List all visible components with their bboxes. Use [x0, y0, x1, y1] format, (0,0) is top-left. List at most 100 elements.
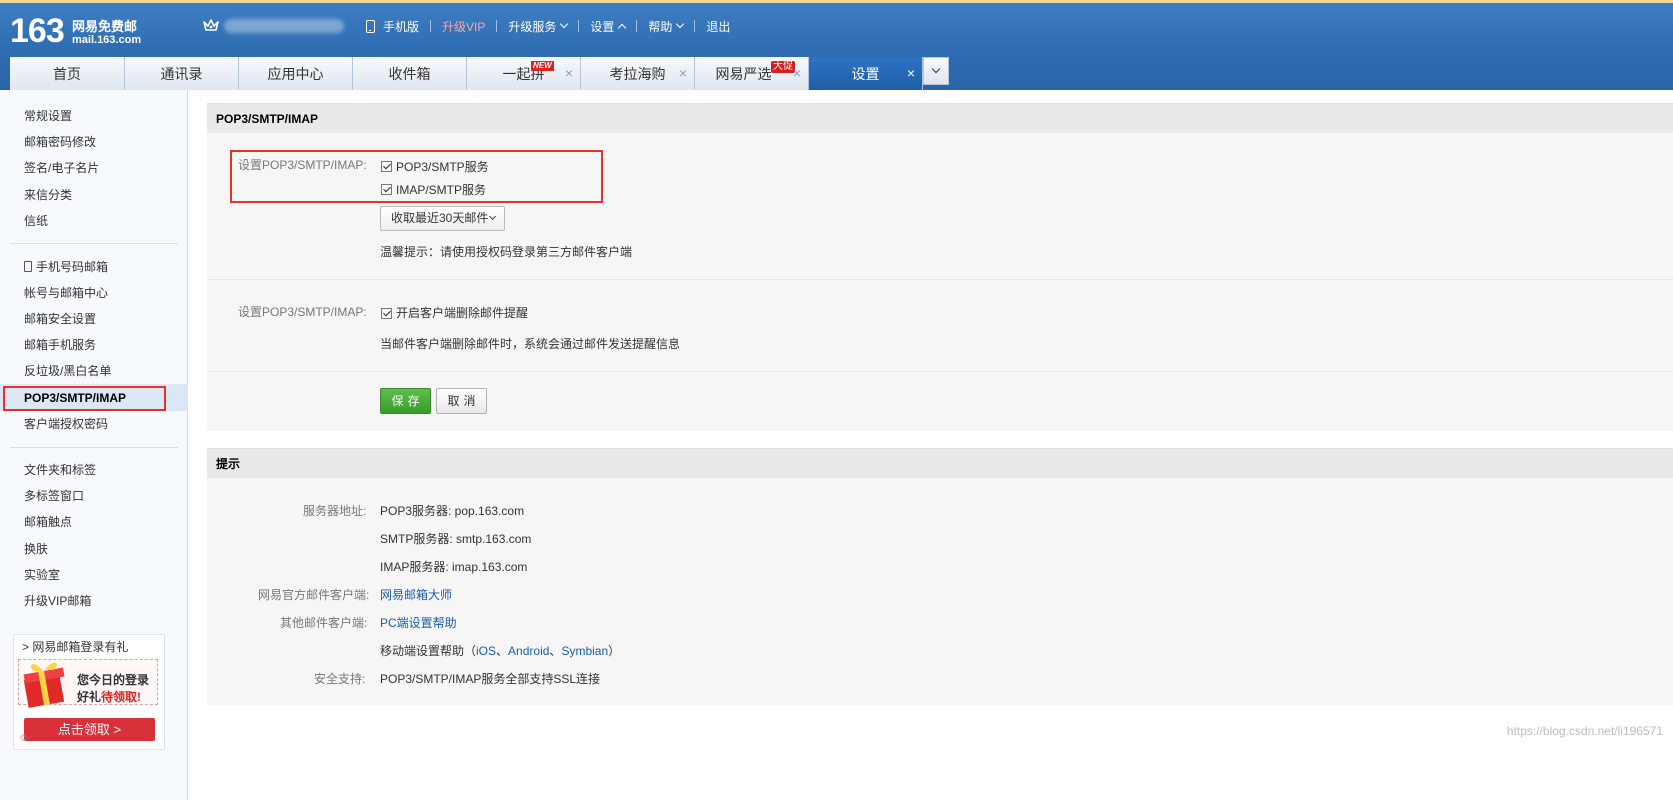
save-button[interactable]: 保存	[380, 388, 431, 414]
pop3-setting-label: 设置POP3/SMTP/IMAP:	[238, 158, 367, 172]
tips-section-body: 服务器地址: POP3服务器: pop.163.com SMTP服务器: smt…	[207, 478, 1673, 706]
tab-group-buy[interactable]: 一起拼 NEW ×	[467, 57, 581, 90]
smtp-server-text: SMTP服务器: smtp.163.com	[380, 532, 532, 546]
promo-title-text: 网易邮箱登录有礼	[32, 640, 129, 654]
tab-label: 设置	[851, 65, 880, 82]
nav-separator	[496, 20, 498, 32]
logout-link[interactable]: 退出	[706, 18, 730, 35]
sidebar-item-folders-labels[interactable]: 文件夹和标签	[24, 462, 96, 478]
sidebar-item-client-auth-code[interactable]: 客户端授权密码	[24, 416, 108, 432]
chevron-down-icon	[488, 212, 497, 221]
help-menu[interactable]: 帮助	[648, 18, 672, 35]
sidebar-item-account-center[interactable]: 帐号与邮箱中心	[24, 285, 108, 301]
sidebar-item-antispam[interactable]: 反垃圾/黑白名单	[24, 363, 111, 379]
new-badge: NEW	[531, 61, 554, 71]
delete-alert-label: 开启客户端删除邮件提醒	[396, 306, 529, 320]
android-help-link[interactable]: Android	[508, 644, 549, 658]
tab-contacts[interactable]: 通讯录	[125, 57, 239, 90]
close-icon[interactable]: ×	[793, 66, 801, 80]
sidebar-item-label: 手机号码邮箱	[36, 260, 109, 274]
close-icon[interactable]: ×	[565, 66, 573, 80]
close-icon[interactable]: ×	[679, 66, 687, 80]
tab-yanxuan[interactable]: 网易严选 大促 ×	[695, 57, 809, 90]
pop3-section-body: 设置POP3/SMTP/IMAP: POP3/SMTP服务 IMAP/SMTP服…	[207, 133, 1673, 431]
sidebar-item-security[interactable]: 邮箱安全设置	[24, 311, 96, 327]
phone-icon	[24, 261, 32, 272]
fetch-range-value: 收取最近30天邮件	[391, 211, 489, 225]
tab-label: 考拉海购	[609, 65, 666, 82]
claim-reward-button[interactable]: 点击领取 >	[24, 718, 155, 741]
official-client-label: 网易官方邮件客户端:	[258, 588, 370, 602]
tab-label: 收件箱	[388, 65, 431, 82]
tab-inbox[interactable]: 收件箱	[353, 57, 467, 90]
close-icon[interactable]: ×	[907, 66, 915, 80]
ios-help-link[interactable]: iOS	[476, 644, 496, 658]
sidebar-item-upgrade-vip[interactable]: 升级VIP邮箱	[24, 593, 91, 609]
delete-alert-description: 当邮件客户端删除邮件时，系统会通过邮件发送提醒信息	[380, 337, 681, 351]
main-content: POP3/SMTP/IMAP 设置POP3/SMTP/IMAP: POP3/SM…	[207, 90, 1673, 800]
sidebar-item-stationery[interactable]: 信纸	[24, 213, 48, 229]
sidebar-item-phone-mailbox[interactable]: 手机号码邮箱	[24, 259, 108, 275]
sidebar-item-pop3-smtp-imap[interactable]: POP3/SMTP/IMAP	[24, 390, 126, 406]
logo-domain: mail.163.com	[72, 34, 142, 46]
mail-master-link[interactable]: 网易邮箱大师	[380, 586, 452, 603]
promo-line-2-highlight: 待领取!	[101, 690, 142, 704]
imap-smtp-checkbox[interactable]	[381, 184, 392, 195]
pop3-smtp-checkbox[interactable]	[381, 161, 392, 172]
nav-separator	[578, 20, 580, 32]
upgrade-vip-link[interactable]: 升级VIP	[442, 18, 485, 35]
logo-number: 163	[10, 12, 65, 50]
sidebar-item-multi-tab[interactable]: 多标签窗口	[24, 488, 84, 504]
sidebar-item-signature[interactable]: 签名/电子名片	[24, 160, 99, 176]
pc-help-link[interactable]: PC端设置帮助	[380, 614, 457, 631]
ssl-support-label: 安全支持:	[314, 672, 366, 686]
sidebar-item-mail-rules[interactable]: 来信分类	[24, 187, 72, 203]
logo[interactable]: 163 网易免费邮 mail.163.com	[10, 12, 150, 50]
tips-section-title: 提示	[207, 448, 1673, 478]
gift-icon	[23, 662, 65, 708]
pop3-section-title: POP3/SMTP/IMAP	[207, 103, 1673, 133]
sidebar-item-touchpoints[interactable]: 邮箱触点	[24, 514, 72, 530]
other-client-label: 其他邮件客户端:	[280, 616, 368, 630]
upgrade-services-menu[interactable]: 升级服务	[508, 18, 556, 35]
nav-separator	[694, 20, 696, 32]
tab-settings[interactable]: 设置 ×	[809, 57, 923, 90]
pop3-smtp-label: POP3/SMTP服务	[396, 160, 489, 174]
promo-line-2-prefix: 好礼	[77, 690, 102, 704]
sidebar-divider	[10, 447, 178, 448]
promo-badge: 大促	[771, 61, 795, 73]
separator-text: 、	[496, 644, 509, 658]
sidebar-item-phone-service[interactable]: 邮箱手机服务	[24, 337, 96, 353]
tab-kaola[interactable]: 考拉海购 ×	[581, 57, 695, 90]
sidebar-item-skin[interactable]: 换肤	[24, 541, 48, 557]
fetch-range-select[interactable]: 收取最近30天邮件	[380, 206, 505, 231]
cancel-button[interactable]: 取消	[436, 388, 487, 414]
symbian-help-link[interactable]: Symbian	[561, 644, 608, 658]
chevron-down-icon	[560, 19, 569, 29]
more-tabs-button[interactable]	[923, 57, 949, 85]
phone-icon	[366, 19, 375, 33]
tab-app-center[interactable]: 应用中心	[239, 57, 353, 90]
settings-menu[interactable]: 设置	[590, 18, 614, 35]
row-divider	[207, 279, 1673, 280]
sidebar-item-password[interactable]: 邮箱密码修改	[24, 134, 96, 150]
sidebar-item-general[interactable]: 常规设置	[24, 108, 72, 124]
login-reward-promo[interactable]: > 网易邮箱登录有礼 您今日的登录 好礼待领取! 点击领取 >	[13, 634, 165, 750]
mobile-help-prefix: 移动端设置帮助（	[380, 644, 477, 658]
auth-code-hint: 温馨提示：请使用授权码登录第三方邮件客户端	[380, 245, 633, 259]
tab-label: 通讯录	[160, 65, 203, 82]
sidebar-item-lab[interactable]: 实验室	[24, 567, 60, 583]
nav-separator	[430, 20, 432, 32]
promo-line-2: 好礼待领取!	[77, 688, 141, 705]
mobile-version-link[interactable]: 手机版	[383, 18, 419, 35]
tab-label: 网易严选	[715, 65, 772, 82]
chevron-down-icon	[676, 19, 685, 29]
mobile-help-line: 移动端设置帮助（iOS、Android、Symbian）	[380, 642, 620, 659]
tab-home[interactable]: 首页	[10, 57, 125, 90]
corner-mark: ©	[20, 733, 27, 743]
delete-alert-checkbox[interactable]	[381, 308, 392, 319]
imap-smtp-label: IMAP/SMTP服务	[396, 183, 487, 197]
username-blurred[interactable]	[224, 19, 344, 33]
pop3-server-text: POP3服务器: pop.163.com	[380, 504, 525, 518]
watermark-text: https://blog.csdn.net/li196571	[1506, 724, 1663, 738]
